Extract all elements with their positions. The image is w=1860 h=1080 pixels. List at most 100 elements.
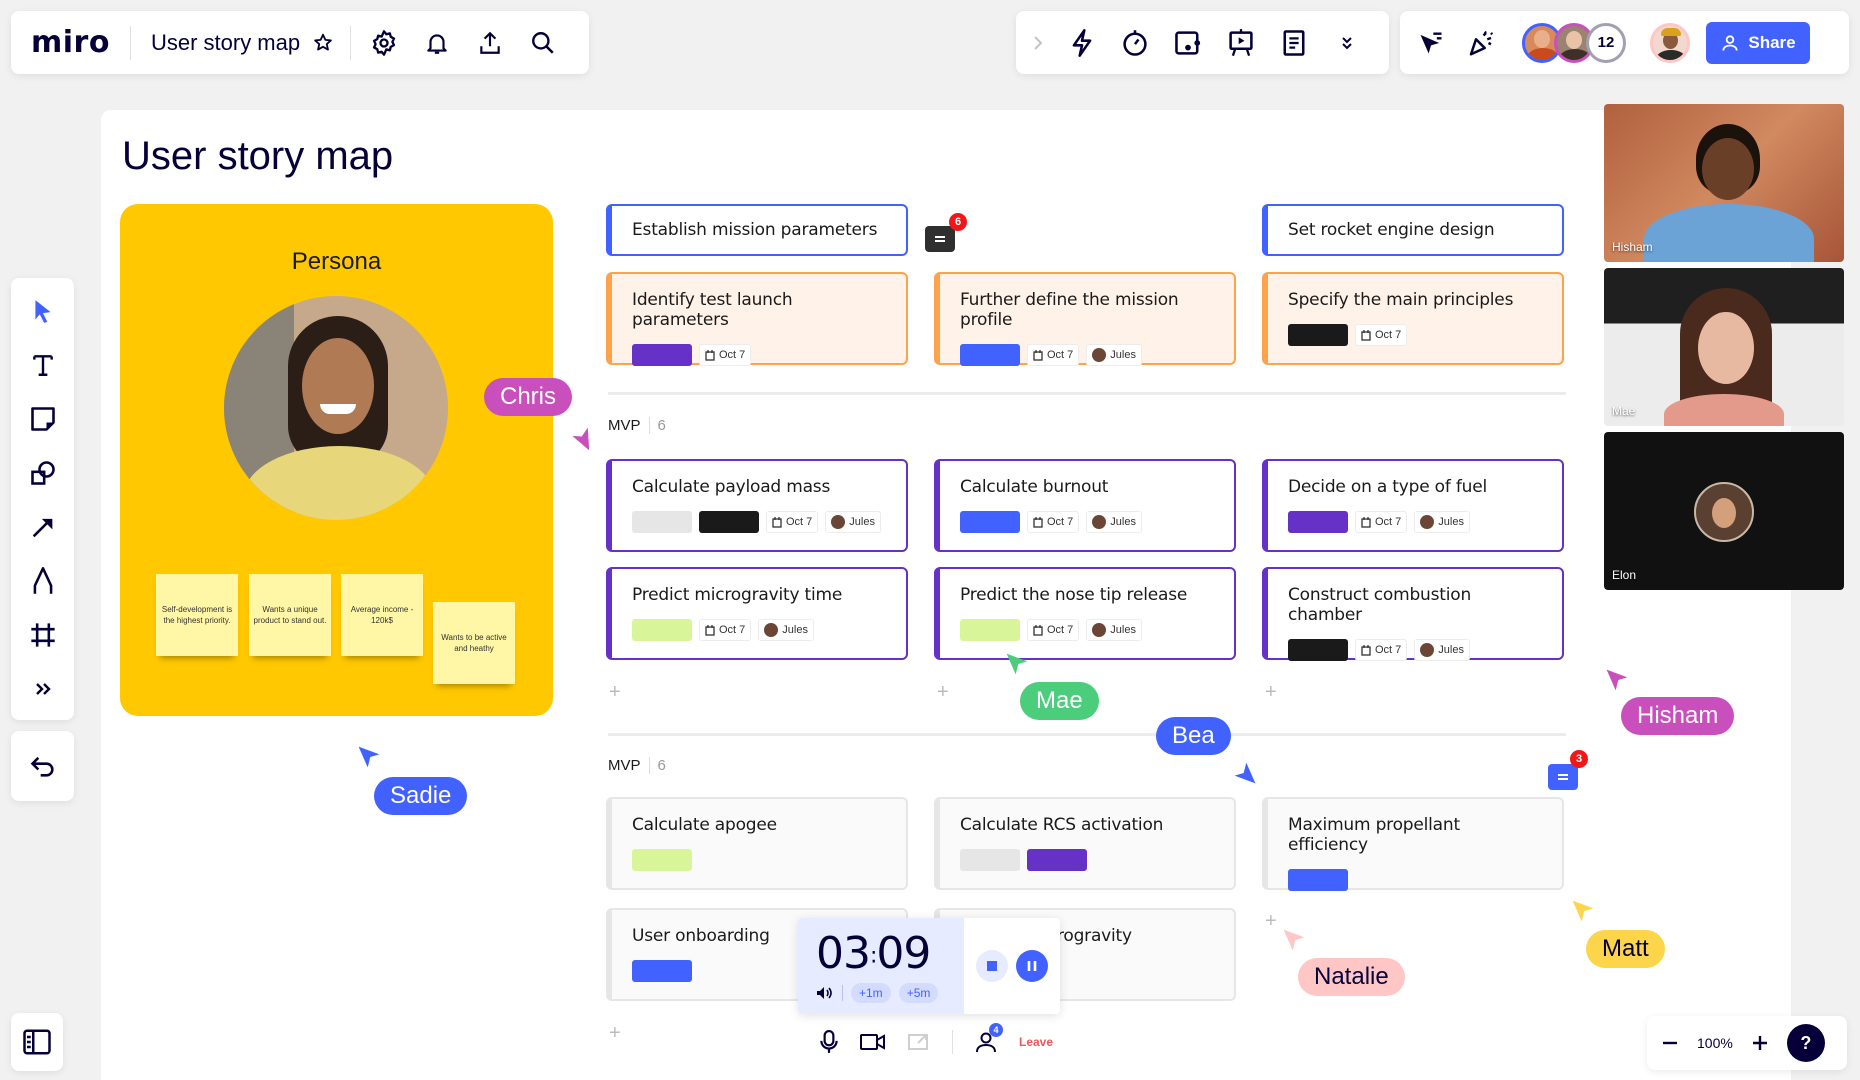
story-card[interactable]: Construct combustion chamber Oct 7 Jules — [1262, 567, 1564, 661]
camera-icon[interactable] — [860, 1033, 886, 1051]
search-icon[interactable] — [524, 24, 562, 62]
star-icon[interactable] — [304, 24, 342, 62]
zoom-out-icon[interactable] — [1661, 1034, 1679, 1052]
due-date[interactable]: Oct 7 — [1355, 511, 1408, 533]
volume-icon[interactable] — [816, 986, 834, 1000]
chevron-right-icon[interactable] — [1028, 24, 1048, 62]
card-icon[interactable] — [1169, 24, 1207, 62]
story-card[interactable]: Calculate payload mass Oct 7 Jules — [606, 459, 908, 552]
board-title[interactable]: User story map — [151, 30, 300, 56]
color-tag[interactable] — [632, 960, 692, 982]
assignee[interactable]: Jules — [1414, 639, 1470, 661]
assignee[interactable]: Jules — [1086, 619, 1142, 641]
video-tile[interactable]: Mae — [1604, 268, 1844, 426]
celebrate-icon[interactable] — [1462, 24, 1500, 62]
assignee[interactable]: Jules — [1086, 344, 1142, 366]
due-date[interactable]: Oct 7 — [699, 619, 752, 641]
color-tag[interactable] — [1027, 849, 1087, 871]
add-card-button[interactable]: + — [937, 681, 949, 704]
more-tools-icon[interactable] — [23, 670, 63, 707]
presentation-icon[interactable] — [1222, 24, 1260, 62]
add-1-minute-button[interactable]: +1m — [851, 983, 891, 1003]
participants-button[interactable]: 4 — [975, 1023, 1003, 1053]
assignee[interactable]: Jules — [758, 619, 814, 641]
color-tag[interactable] — [632, 344, 692, 366]
zoom-in-icon[interactable] — [1751, 1034, 1769, 1052]
arrow-tool-icon[interactable] — [23, 508, 63, 545]
pause-timer-button[interactable] — [1016, 950, 1048, 982]
sticky-note-icon[interactable] — [23, 400, 63, 437]
comment-thread[interactable]: 3 — [1548, 750, 1588, 790]
chevrons-down-icon[interactable] — [1328, 24, 1366, 62]
gear-icon[interactable] — [365, 24, 403, 62]
select-tool-icon[interactable] — [23, 292, 63, 329]
add-card-button[interactable]: + — [609, 681, 621, 704]
shapes-icon[interactable] — [23, 454, 63, 491]
video-tile[interactable]: Hisham — [1604, 104, 1844, 262]
story-card[interactable]: Calculate burnout Oct 7 Jules — [934, 459, 1236, 552]
stop-timer-button[interactable] — [976, 950, 1008, 982]
cursor-filter-icon[interactable] — [1412, 24, 1450, 62]
story-card[interactable]: Predict microgravity time Oct 7 Jules — [606, 567, 908, 660]
color-tag[interactable] — [1288, 639, 1348, 661]
color-tag[interactable] — [699, 511, 759, 533]
story-card[interactable]: Specify the main principles Oct 7 — [1262, 272, 1564, 365]
due-date[interactable]: Oct 7 — [1027, 344, 1080, 366]
epic-card[interactable]: Set rocket engine design — [1262, 204, 1564, 256]
lightning-icon[interactable] — [1063, 24, 1101, 62]
current-user-avatar[interactable] — [1650, 22, 1690, 63]
color-tag[interactable] — [1288, 324, 1348, 346]
share-button[interactable]: Share — [1706, 21, 1810, 64]
miro-logo[interactable]: miro — [31, 25, 110, 60]
color-tag[interactable] — [1288, 869, 1348, 891]
story-card[interactable]: Further define the mission profile Oct 7 J… — [934, 272, 1236, 366]
story-card[interactable]: Calculate apogee — [606, 797, 908, 890]
undo-button[interactable] — [11, 731, 74, 801]
due-date[interactable]: Oct 7 — [1355, 324, 1408, 346]
add-card-button[interactable]: + — [1265, 681, 1277, 704]
help-button[interactable]: ? — [1786, 1024, 1825, 1062]
video-tile[interactable]: Elon — [1604, 432, 1844, 590]
text-tool-icon[interactable] — [23, 346, 63, 383]
color-tag[interactable] — [632, 849, 692, 871]
story-card[interactable]: Calculate RCS activation — [934, 797, 1236, 890]
due-date[interactable]: Oct 7 — [766, 511, 819, 533]
add-5-minutes-button[interactable]: +5m — [898, 983, 939, 1003]
color-tag[interactable] — [960, 344, 1020, 366]
upload-icon[interactable] — [471, 24, 509, 62]
due-date[interactable]: Oct 7 — [699, 344, 752, 366]
bell-icon[interactable] — [418, 24, 456, 62]
collaborators-overflow[interactable]: 12 — [1586, 22, 1626, 63]
microphone-icon[interactable] — [820, 1030, 838, 1054]
zoom-level[interactable]: 100% — [1697, 1035, 1733, 1051]
epic-card[interactable]: Establish mission parameters — [606, 204, 908, 256]
due-date[interactable]: Oct 7 — [1027, 619, 1080, 641]
comment-thread[interactable]: 6 — [925, 213, 967, 252]
pen-tool-icon[interactable] — [23, 562, 63, 599]
frame-tool-icon[interactable] — [23, 616, 63, 653]
story-card[interactable]: Identify test launch parameters Oct 7 — [606, 272, 908, 366]
add-card-button[interactable]: + — [609, 1022, 621, 1045]
color-tag[interactable] — [632, 619, 692, 641]
story-card[interactable]: Decide on a type of fuel Oct 7 Jules — [1262, 459, 1564, 552]
assignee[interactable]: Jules — [1086, 511, 1142, 533]
assignee[interactable]: Jules — [825, 511, 881, 533]
color-tag[interactable] — [960, 619, 1020, 641]
sticky-note[interactable]: Average income - 120k$ — [341, 574, 423, 656]
assignee[interactable]: Jules — [1414, 511, 1470, 533]
sticky-note[interactable]: Wants a unique product to stand out. — [249, 574, 331, 656]
timer-icon[interactable] — [1116, 24, 1154, 62]
sidebar-toggle-button[interactable] — [11, 1013, 63, 1071]
due-date[interactable]: Oct 7 — [1355, 639, 1408, 661]
story-card[interactable]: Maximum propellant efficiency — [1262, 797, 1564, 891]
screen-share-icon[interactable] — [908, 1032, 930, 1052]
notes-icon[interactable] — [1275, 24, 1313, 62]
color-tag[interactable] — [960, 849, 1020, 871]
sticky-note[interactable]: Self-development is the highest priority… — [156, 574, 238, 656]
sticky-note[interactable]: Wants to be active and heathy — [433, 602, 515, 684]
due-date[interactable]: Oct 7 — [1027, 511, 1080, 533]
leave-call-button[interactable]: Leave — [1019, 1035, 1053, 1049]
add-card-button[interactable]: + — [1265, 910, 1277, 933]
story-card[interactable]: Predict the nose tip release Oct 7 Jules — [934, 567, 1236, 660]
color-tag[interactable] — [632, 511, 692, 533]
